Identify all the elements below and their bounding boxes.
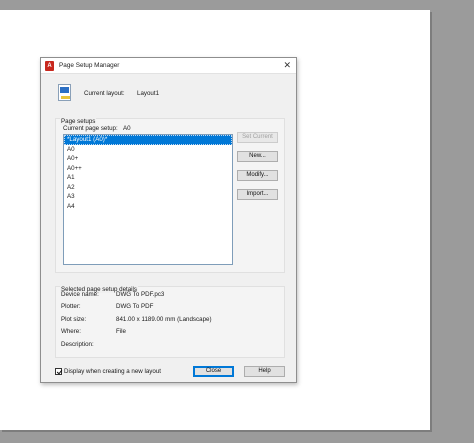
list-item[interactable]: A0++ <box>64 164 232 174</box>
autocad-app-icon: A <box>45 61 54 71</box>
page-setups-group-title: Page setups <box>60 118 97 125</box>
modify-button[interactable]: Modify... <box>237 170 278 181</box>
current-layout-label: Current layout: <box>84 90 125 97</box>
help-button[interactable]: Help <box>244 366 285 377</box>
layout-icon <box>58 84 71 101</box>
list-item[interactable]: A0 <box>64 145 232 155</box>
close-button[interactable]: Close <box>193 366 234 377</box>
set-current-button[interactable]: Set Current <box>237 132 278 143</box>
close-icon[interactable]: ✕ <box>283 60 291 70</box>
where-label: Where: <box>61 328 81 335</box>
plotter-label: Plotter: <box>61 303 81 310</box>
list-item[interactable]: A2 <box>64 183 232 193</box>
device-name-label: Device name: <box>61 291 99 298</box>
list-item[interactable]: A0+ <box>64 154 232 164</box>
where-value: File <box>116 328 126 335</box>
list-item[interactable]: *Layout1 (A0)* <box>64 135 232 145</box>
current-layout-value: Layout1 <box>137 90 160 97</box>
plot-size-label: Plot size: <box>61 316 87 323</box>
display-on-new-layout-checkbox[interactable] <box>55 368 62 375</box>
plotter-value: DWG To PDF <box>116 303 154 310</box>
new-button[interactable]: New... <box>237 151 278 162</box>
dialog-title: Page Setup Manager <box>59 62 120 69</box>
title-bar[interactable]: A Page Setup Manager ✕ <box>41 58 296 74</box>
display-on-new-layout-label[interactable]: Display when creating a new layout <box>64 368 161 375</box>
current-page-setup-label: Current page setup: <box>63 125 118 132</box>
device-name-value: DWG To PDF.pc3 <box>116 291 165 298</box>
description-label: Description: <box>61 341 94 348</box>
import-button[interactable]: Import... <box>237 189 278 200</box>
page-setups-list[interactable]: *Layout1 (A0)* A0 A0+ A0++ A1 A2 A3 A4 <box>63 134 233 265</box>
list-item[interactable]: A4 <box>64 202 232 212</box>
page-setup-manager-dialog: A Page Setup Manager ✕ Current layout: L… <box>40 57 297 383</box>
current-page-setup-value: A0 <box>123 125 131 132</box>
list-item[interactable]: A3 <box>64 192 232 202</box>
list-item[interactable]: A1 <box>64 173 232 183</box>
plot-size-value: 841.00 x 1189.00 mm (Landscape) <box>116 316 212 323</box>
